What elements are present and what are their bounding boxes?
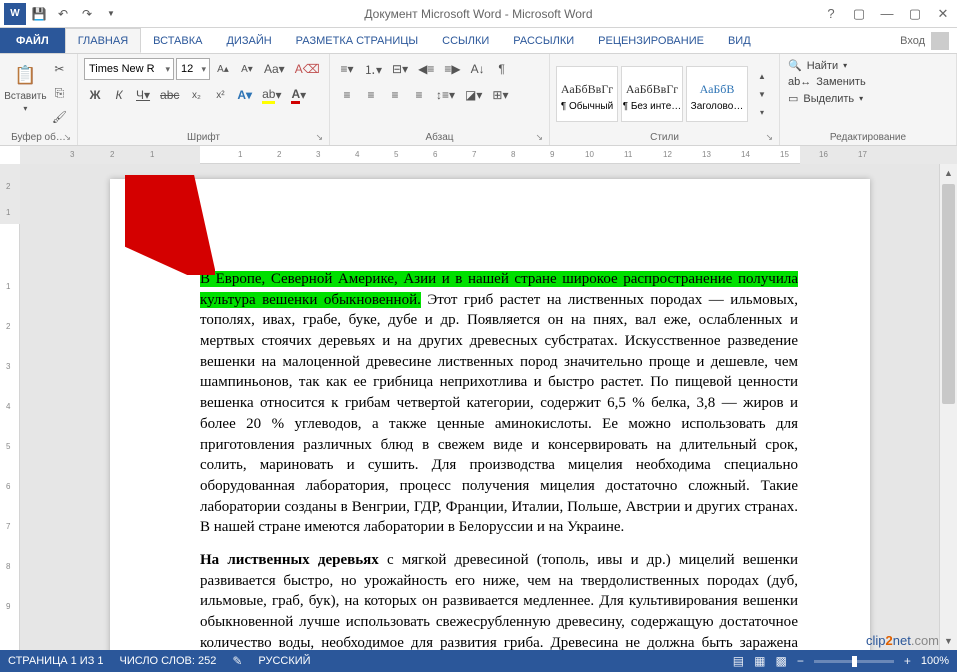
find-icon: 🔍 (788, 59, 802, 72)
scroll-up-icon[interactable]: ▲ (940, 164, 957, 182)
change-case-icon[interactable]: Aa▾ (260, 58, 289, 80)
tab-references[interactable]: ССЫЛКИ (430, 28, 501, 53)
font-launcher-icon[interactable]: ↘ (315, 132, 323, 143)
tab-review[interactable]: РЕЦЕНЗИРОВАНИЕ (586, 28, 716, 53)
style-normal[interactable]: АаБбВвГг ¶ Обычный (556, 66, 618, 122)
styles-row-down-icon[interactable]: ▼ (751, 85, 773, 103)
zoom-slider[interactable] (814, 660, 894, 663)
document-page[interactable]: В Европе, Северной Америке, Азии и в наш… (110, 179, 870, 650)
increase-indent-icon[interactable]: ≡▶ (440, 58, 464, 80)
select-icon: ▭ (788, 92, 798, 105)
align-left-icon[interactable]: ≡ (336, 84, 358, 106)
highlight-icon[interactable]: ab▾ (258, 84, 285, 106)
minimize-icon[interactable]: ― (873, 0, 901, 28)
clipboard-launcher-icon[interactable]: ↘ (63, 132, 71, 143)
format-painter-icon[interactable]: 🖌 (48, 106, 71, 128)
redo-icon[interactable]: ↷ (76, 3, 98, 25)
align-center-icon[interactable]: ≡ (360, 84, 382, 106)
strike-icon[interactable]: abc (156, 84, 183, 106)
tab-insert[interactable]: ВСТАВКА (141, 28, 214, 53)
bold-button[interactable]: Ж (84, 84, 106, 106)
sort-icon[interactable]: A↓ (467, 58, 489, 80)
numbering-icon[interactable]: ⒈▾ (360, 58, 386, 80)
paragraph-group-label: Абзац (425, 132, 453, 143)
styles-group-label: Стили (650, 132, 679, 143)
find-button[interactable]: 🔍Найти▾ (786, 58, 868, 73)
horizontal-ruler[interactable]: 3 2 1 1 2 3 4 5 6 7 8 9 10 11 12 13 14 1… (20, 146, 957, 164)
borders-icon[interactable]: ⊞▾ (488, 84, 512, 106)
tab-design[interactable]: ДИЗАЙН (214, 28, 283, 53)
maximize-icon[interactable]: ▢ (901, 0, 929, 28)
qat-customize-icon[interactable]: ▼ (100, 3, 122, 25)
paragraph-2[interactable]: На лиственных деревьях с мягкой древесин… (200, 550, 798, 650)
styles-more-icon[interactable]: ▾ (751, 103, 773, 121)
underline-button[interactable]: Ч▾ (132, 84, 154, 106)
shrink-font-icon[interactable]: A▾ (236, 58, 258, 80)
proofing-icon[interactable]: ✎ (232, 654, 242, 668)
status-wordcount[interactable]: ЧИСЛО СЛОВ: 252 (120, 655, 217, 667)
paragraph-1[interactable]: В Европе, Северной Америке, Азии и в наш… (200, 269, 798, 538)
editing-group-label: Редактирование (830, 132, 906, 143)
clipboard-group-label: Буфер об… (11, 132, 66, 143)
font-group-label: Шрифт (187, 132, 220, 143)
styles-launcher-icon[interactable]: ↘ (765, 132, 773, 143)
tab-home[interactable]: ГЛАВНАЯ (65, 28, 141, 53)
copy-icon[interactable]: ⎘ (48, 82, 71, 104)
view-print-icon[interactable]: ▦ (754, 654, 765, 668)
paragraph-launcher-icon[interactable]: ↘ (535, 132, 543, 143)
vertical-scrollbar[interactable]: ▲ ▼ (939, 164, 957, 650)
view-web-icon[interactable]: ▩ (775, 654, 786, 668)
app-icon: W (4, 3, 26, 25)
watermark: clip2net.com (866, 633, 939, 648)
window-title: Документ Microsoft Word - Microsoft Word (364, 7, 592, 21)
zoom-out-icon[interactable]: − (797, 654, 804, 668)
clear-format-icon[interactable]: A⌫ (291, 58, 324, 80)
style-nospacing[interactable]: АаБбВвГг ¶ Без инте… (621, 66, 683, 122)
zoom-level[interactable]: 100% (921, 655, 949, 667)
styles-row-up-icon[interactable]: ▲ (751, 67, 773, 85)
tab-layout[interactable]: РАЗМЕТКА СТРАНИЦЫ (284, 28, 430, 53)
help-icon[interactable]: ? (817, 0, 845, 28)
save-icon[interactable]: 💾 (28, 3, 50, 25)
font-name-select[interactable]: Times New R (84, 58, 174, 80)
vertical-ruler[interactable]: 2 1 1 2 3 4 5 6 7 8 9 (0, 164, 20, 650)
shading-icon[interactable]: ◪▾ (461, 84, 486, 106)
replace-icon: ab↔ (788, 76, 811, 88)
justify-icon[interactable]: ≡ (408, 84, 430, 106)
font-color-icon[interactable]: A▾ (287, 84, 310, 106)
tab-mailings[interactable]: РАССЫЛКИ (501, 28, 586, 53)
text-effects-icon[interactable]: A▾ (233, 84, 256, 106)
cut-icon[interactable]: ✂ (48, 58, 71, 80)
view-read-icon[interactable]: ▤ (733, 654, 744, 668)
scrollbar-thumb[interactable] (942, 184, 955, 404)
select-button[interactable]: ▭Выделить▾ (786, 91, 868, 106)
style-heading1[interactable]: АаБбВ Заголово… (686, 66, 748, 122)
undo-icon[interactable]: ↶ (52, 3, 74, 25)
multilevel-icon[interactable]: ⊟▾ (388, 58, 412, 80)
replace-button[interactable]: ab↔Заменить (786, 75, 868, 89)
grow-font-icon[interactable]: A▴ (212, 58, 234, 80)
tab-view[interactable]: ВИД (716, 28, 763, 53)
paste-icon: 📋 (11, 61, 39, 89)
superscript-icon[interactable]: x² (209, 84, 231, 106)
subscript-icon[interactable]: x₂ (185, 84, 207, 106)
show-marks-icon[interactable]: ¶ (491, 58, 513, 80)
paste-button[interactable]: 📋 Вставить ▾ (6, 58, 45, 116)
italic-button[interactable]: К (108, 84, 130, 106)
ribbon-options-icon[interactable]: ▢ (845, 0, 873, 28)
zoom-in-icon[interactable]: + (904, 654, 911, 668)
align-right-icon[interactable]: ≡ (384, 84, 406, 106)
scroll-down-icon[interactable]: ▼ (940, 632, 957, 650)
decrease-indent-icon[interactable]: ◀≡ (414, 58, 438, 80)
line-spacing-icon[interactable]: ↕≡▾ (432, 84, 459, 106)
tab-file[interactable]: ФАЙЛ (0, 28, 65, 53)
font-size-select[interactable]: 12 (176, 58, 210, 80)
close-icon[interactable]: ✕ (929, 0, 957, 28)
status-page[interactable]: СТРАНИЦА 1 ИЗ 1 (8, 655, 104, 667)
avatar[interactable] (931, 32, 949, 50)
bullets-icon[interactable]: ≡▾ (336, 58, 358, 80)
sign-in-link[interactable]: Вход (900, 35, 925, 47)
status-language[interactable]: РУССКИЙ (258, 655, 310, 667)
